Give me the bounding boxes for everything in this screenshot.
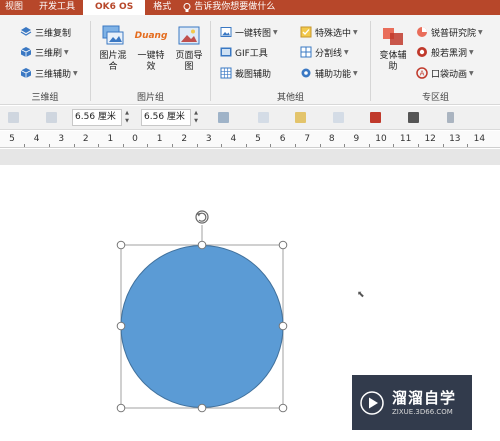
resize-handle[interactable]: [197, 403, 207, 413]
watermark: 溜溜自学 ZIXUE.3D66.COM: [352, 375, 472, 430]
resize-handle[interactable]: [278, 321, 288, 331]
resize-handle[interactable]: [116, 321, 126, 331]
circle-shape[interactable]: [120, 245, 284, 408]
play-logo-icon: [360, 390, 384, 415]
watermark-title: 溜溜自学: [392, 388, 457, 407]
watermark-url: ZIXUE.3D66.COM: [392, 407, 453, 416]
rotate-handle-icon[interactable]: [195, 210, 209, 224]
resize-handle[interactable]: [197, 240, 207, 250]
resize-handle[interactable]: [278, 240, 288, 250]
resize-handle[interactable]: [116, 240, 126, 250]
resize-handle[interactable]: [116, 403, 126, 413]
resize-handle[interactable]: [278, 403, 288, 413]
mouse-cursor-icon: ⬉: [357, 290, 365, 300]
